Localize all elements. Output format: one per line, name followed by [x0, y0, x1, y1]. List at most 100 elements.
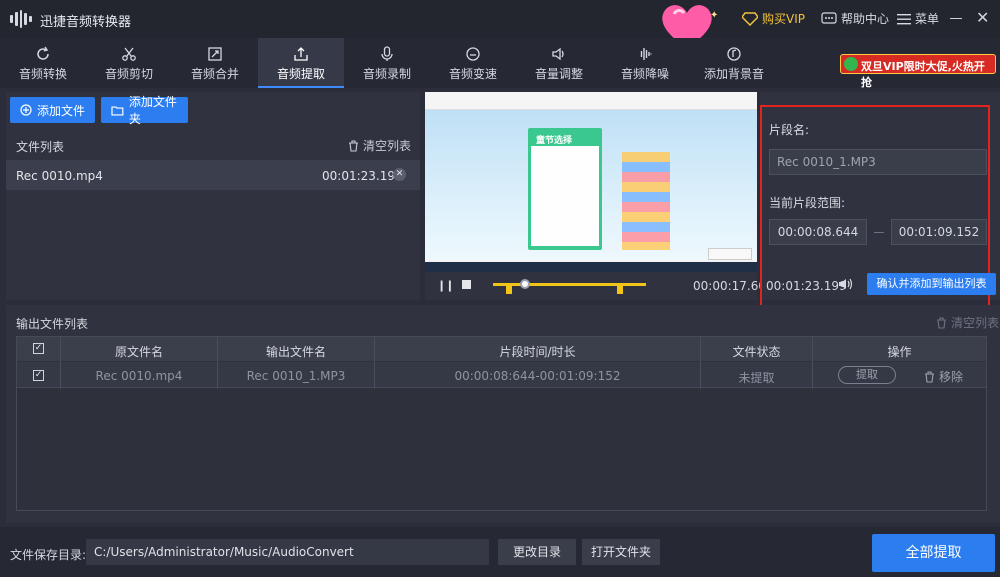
row-checkbox[interactable]: ✓: [33, 370, 44, 381]
hamburger-icon: [897, 13, 911, 24]
merge-icon: [208, 47, 222, 61]
plus-circle-icon: [20, 104, 32, 116]
tab-label: 音频录制: [362, 67, 411, 81]
buy-vip-button[interactable]: 购买VIP: [742, 10, 805, 27]
header-actions: 操作: [887, 345, 912, 359]
tab-label: 音频提取: [276, 67, 325, 81]
help-center-label: 帮助中心: [841, 12, 890, 26]
range-separator: [874, 232, 884, 233]
open-folder-button[interactable]: 打开文件夹: [582, 539, 660, 565]
change-directory-button[interactable]: 更改目录: [498, 539, 576, 565]
remove-row-button[interactable]: 移除: [924, 368, 963, 385]
folder-icon: [111, 105, 124, 116]
segment-name-label: 片段名:: [769, 123, 810, 137]
confirm-add-output-button[interactable]: 确认并添加到输出列表: [867, 273, 996, 295]
preview-thumbnails: [622, 152, 670, 250]
speed-icon: [466, 47, 480, 61]
trash-icon: [925, 370, 934, 383]
tab-label: 音频变速: [448, 67, 497, 81]
segment-range-label: 当前片段范围:: [769, 196, 846, 210]
tab-label: 音量调整: [534, 67, 583, 81]
minimize-button[interactable]: [950, 18, 962, 19]
save-path-field[interactable]: C:/Users/Administrator/Music/AudioConver…: [86, 539, 489, 565]
pause-icon[interactable]: ❙❙: [437, 279, 454, 292]
tab-label: 音频转换: [18, 67, 67, 81]
file-panel: [6, 92, 420, 300]
tab-audio-record[interactable]: 音频录制: [344, 38, 430, 88]
tab-audio-merge[interactable]: 音频合并: [172, 38, 258, 88]
menu-button[interactable]: 菜单: [897, 10, 939, 27]
add-file-button[interactable]: 添加文件: [10, 97, 95, 123]
help-center-button[interactable]: 帮助中心: [821, 10, 889, 27]
tab-add-background-music[interactable]: 添加背景音: [688, 38, 780, 88]
add-folder-button[interactable]: 添加文件夹: [101, 95, 188, 126]
waveform-icon: [640, 48, 652, 60]
chat-bubble-icon: [821, 11, 837, 24]
save-directory-label: 文件保存目录:: [10, 548, 87, 562]
header-file-status: 文件状态: [732, 345, 781, 359]
header-segment-time: 片段时间/时长: [499, 345, 576, 359]
music-note-icon: [727, 47, 741, 61]
tab-label: 音频降噪: [620, 67, 669, 81]
row-output-name: Rec 0010_1.MP3: [246, 369, 346, 383]
remove-label: 移除: [939, 370, 964, 384]
header-output-name: 输出文件名: [265, 345, 326, 359]
tab-volume-adjust[interactable]: 音量调整: [516, 38, 602, 88]
remove-file-icon[interactable]: ✕: [393, 168, 406, 181]
trash-icon: [349, 139, 358, 152]
diamond-icon: [742, 11, 758, 26]
add-file-label: 添加文件: [37, 103, 86, 118]
file-duration: 00:01:23.199: [322, 169, 403, 183]
trash-icon: [937, 316, 946, 329]
tab-audio-extract[interactable]: 音频提取: [258, 38, 344, 88]
range-end-input[interactable]: 00:01:09.152: [891, 219, 987, 245]
preview-popup: [708, 248, 752, 260]
tab-label: 音频剪切: [104, 67, 153, 81]
tab-noise-reduction[interactable]: 音频降噪: [602, 38, 688, 88]
promo-badge-icon: [844, 57, 858, 71]
clear-output-list-button[interactable]: 清空列表: [936, 314, 999, 331]
preview-taskbar: [425, 262, 757, 272]
preview-browser-bar: [425, 92, 757, 110]
svg-text:✦: ✦: [710, 10, 718, 21]
row-source-name: Rec 0010.mp4: [95, 369, 183, 383]
tab-audio-speed[interactable]: 音频变速: [430, 38, 516, 88]
app-title: 迅捷音频转换器: [40, 15, 132, 30]
microphone-icon: [381, 46, 393, 61]
buy-vip-label: 购买VIP: [762, 12, 805, 26]
vip-promo-banner[interactable]: 双旦VIP限时大促,火热开抢: [840, 54, 996, 89]
tab-label: 音频合并: [190, 67, 239, 81]
extract-all-button[interactable]: 全部提取: [872, 534, 995, 572]
clear-file-list-button[interactable]: 清空列表: [348, 137, 411, 154]
tab-audio-convert[interactable]: 音频转换: [0, 38, 86, 88]
menu-label: 菜单: [915, 12, 940, 26]
clear-output-label: 清空列表: [951, 316, 1000, 330]
volume-icon: [552, 47, 564, 61]
output-list-title: 输出文件列表: [16, 317, 89, 331]
selection-start-handle[interactable]: [505, 286, 512, 294]
row-segment-time: 00:00:08:644-00:01:09:152: [454, 369, 621, 383]
upload-icon: [294, 47, 308, 61]
select-all-checkbox[interactable]: ✓: [33, 343, 44, 354]
range-start-input[interactable]: 00:00:08.644: [769, 219, 867, 245]
row-status: 未提取: [738, 371, 775, 385]
preview-card-title: 童节选择: [536, 136, 573, 146]
app-logo-icon: [10, 10, 32, 28]
file-name: Rec 0010.mp4: [16, 169, 103, 183]
stop-icon[interactable]: [462, 280, 471, 289]
tab-audio-cut[interactable]: 音频剪切: [86, 38, 172, 88]
preview-card-list: [531, 146, 599, 246]
extract-button[interactable]: 提取: [838, 366, 896, 384]
scissors-icon: [122, 47, 136, 61]
refresh-icon: [37, 46, 49, 60]
file-list-title: 文件列表: [16, 140, 65, 154]
speaker-icon[interactable]: [838, 277, 854, 291]
segment-name-input[interactable]: Rec 0010_1.MP3: [769, 149, 987, 175]
tab-label: 添加背景音: [703, 67, 764, 81]
add-folder-label: 添加文件夹: [128, 95, 177, 126]
close-icon[interactable]: ✕: [976, 10, 989, 26]
header-source-name: 原文件名: [114, 345, 163, 359]
clear-list-label: 清空列表: [363, 139, 412, 153]
selection-end-handle[interactable]: [617, 286, 624, 294]
total-duration: 00:01:23.199: [766, 279, 847, 293]
